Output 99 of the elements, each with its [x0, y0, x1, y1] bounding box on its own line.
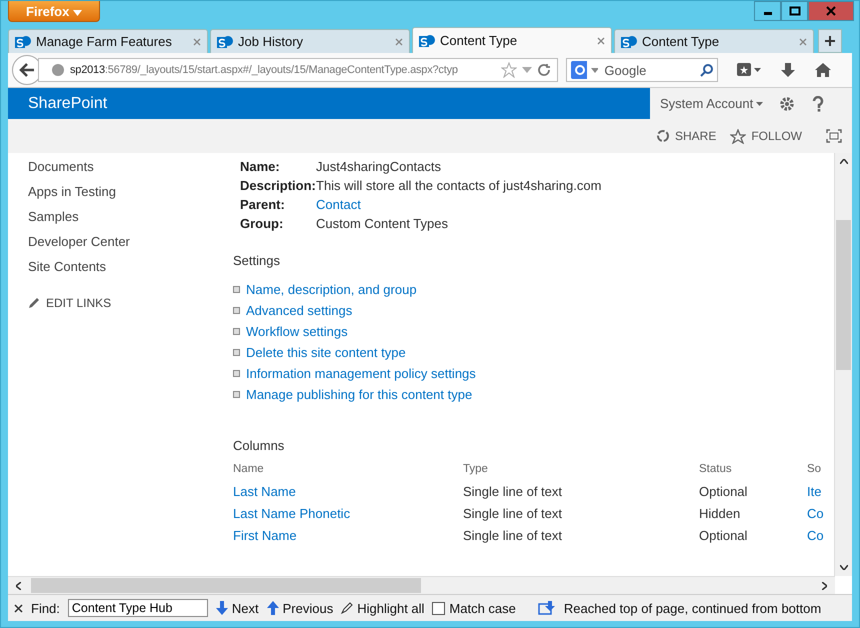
- browser-tab[interactable]: Job History: [210, 29, 410, 53]
- maximize-button[interactable]: [781, 1, 808, 21]
- maximize-icon: [788, 6, 800, 16]
- browser-tab[interactable]: Content Type: [412, 27, 612, 53]
- column-header: Type: [463, 463, 489, 475]
- settings-link[interactable]: Advanced settings: [246, 303, 352, 318]
- settings-link[interactable]: Workflow settings: [246, 324, 348, 339]
- section-heading: Settings: [233, 253, 281, 268]
- close-button[interactable]: [808, 1, 854, 21]
- highlighter-icon: [341, 602, 354, 614]
- sidebar-link[interactable]: Documents: [28, 159, 233, 174]
- up-arrow-icon: [266, 601, 279, 615]
- wrap-around-icon: [538, 601, 556, 615]
- caret-icon: [756, 102, 764, 106]
- find-status: Reached top of page, continued from bottom: [564, 600, 822, 616]
- bullet-icon: [233, 307, 240, 314]
- share-button[interactable]: SHARE: [656, 129, 716, 143]
- close-icon[interactable]: [14, 604, 23, 612]
- sidebar-link[interactable]: Developer Center: [28, 234, 233, 249]
- reload-icon[interactable]: [537, 63, 551, 77]
- table-cell-text: Optional: [699, 528, 748, 543]
- bullet-icon: [233, 349, 240, 356]
- table-cell-text: Single line of text: [463, 528, 564, 543]
- match-case-checkbox[interactable]: [432, 602, 446, 614]
- table-cell-text: Hidden: [699, 506, 742, 521]
- bookmarks-icon[interactable]: [736, 62, 762, 78]
- property-label: Name:: [240, 159, 281, 174]
- down-arrow-icon: [216, 601, 228, 615]
- match-case-label: Match case: [449, 600, 516, 616]
- help-icon[interactable]: [811, 96, 826, 112]
- edit-links-button[interactable]: EDIT LINKS: [28, 296, 233, 310]
- search-icon[interactable]: [700, 63, 713, 77]
- browser-tab[interactable]: Content Type: [614, 29, 814, 53]
- home-icon[interactable]: [814, 62, 832, 78]
- column-header: Status: [699, 463, 733, 475]
- column-link[interactable]: First Name: [233, 528, 463, 543]
- sidebar-link[interactable]: Site Contents: [28, 259, 233, 274]
- sidebar-link[interactable]: Samples: [28, 209, 233, 224]
- column-link[interactable]: Last Name: [233, 484, 463, 499]
- plus-icon: [824, 35, 836, 47]
- table-cell-text: Single line of text: [463, 484, 564, 499]
- column-header: So: [807, 463, 822, 475]
- tab-title: Manage Farm Features: [36, 34, 173, 49]
- focus-icon[interactable]: [826, 129, 842, 143]
- pencil-icon: [28, 297, 40, 309]
- sidebar-link[interactable]: Apps in Testing: [28, 184, 233, 199]
- bullet-icon: [233, 286, 240, 293]
- column-link[interactable]: Co: [807, 506, 834, 521]
- table-cell-text: Single line of text: [463, 506, 564, 521]
- property-value: Custom Content Types: [316, 216, 449, 231]
- property-link[interactable]: Contact: [316, 197, 602, 212]
- highlight-all-button[interactable]: Highlight all: [341, 600, 424, 616]
- sharepoint-icon: [217, 34, 233, 50]
- address-bar[interactable]: sp2013:56789/_layouts/15/start.aspx#/_layouts/15/ManageContentType.aspx?ctyp: [38, 58, 558, 82]
- sharepoint-brand[interactable]: SharePoint: [8, 88, 650, 119]
- tab-title: Content Type: [440, 33, 518, 48]
- property-label: Description:: [240, 178, 316, 193]
- star-icon: [730, 128, 746, 144]
- close-icon: [826, 6, 836, 16]
- vertical-scrollbar[interactable]: [834, 153, 852, 576]
- property-label: Group:: [240, 216, 284, 231]
- settings-icon[interactable]: [779, 96, 796, 112]
- caret-icon: [72, 10, 82, 16]
- dropdown-icon[interactable]: [591, 68, 598, 72]
- column-header: Name: [233, 463, 265, 475]
- sharepoint-icon: [15, 34, 31, 50]
- section-heading: Columns: [233, 438, 286, 453]
- property-value: Just4sharingContacts: [316, 159, 442, 174]
- property-label: Parent:: [240, 197, 286, 212]
- find-label: Find:: [31, 600, 60, 616]
- back-arrow-icon: [19, 63, 35, 77]
- sharepoint-icon: [621, 34, 637, 50]
- star-icon[interactable]: [501, 62, 517, 78]
- bullet-icon: [233, 391, 240, 398]
- settings-link[interactable]: Manage publishing for this content type: [246, 387, 472, 402]
- bullet-icon: [233, 370, 240, 377]
- minimize-button[interactable]: [754, 1, 781, 21]
- horizontal-scrollbar[interactable]: [8, 576, 835, 594]
- search-field[interactable]: Google: [566, 58, 718, 82]
- previous-button[interactable]: Previous: [266, 600, 334, 616]
- table-cell-text: Optional: [699, 484, 748, 499]
- tab-title: Job History: [238, 34, 304, 49]
- find-field[interactable]: Content Type Hub: [68, 599, 208, 617]
- new-tab-button[interactable]: [818, 29, 842, 53]
- next-button[interactable]: Next: [216, 600, 259, 616]
- tab-title: Content Type: [642, 34, 720, 49]
- sharepoint-icon: [419, 32, 435, 48]
- browser-tab[interactable]: Manage Farm Features: [8, 29, 208, 53]
- column-link[interactable]: Co: [807, 528, 834, 543]
- settings-link[interactable]: Name, description, and group: [246, 282, 417, 297]
- bullet-icon: [233, 328, 240, 335]
- settings-link[interactable]: Information management policy settings: [246, 366, 476, 381]
- column-link[interactable]: Ite: [807, 484, 834, 499]
- download-icon[interactable]: [780, 62, 796, 78]
- follow-button[interactable]: FOLLOW: [730, 128, 802, 144]
- column-link[interactable]: Last Name Phonetic: [233, 506, 463, 521]
- property-value: This will store all the contacts of just4sharing.com: [316, 178, 602, 193]
- url-text: sp2013:56789/_layouts/15/start.aspx#/_layouts/15/ManageContentType.aspx?ctyp: [70, 64, 459, 76]
- settings-link[interactable]: Delete this site content type: [246, 345, 406, 360]
